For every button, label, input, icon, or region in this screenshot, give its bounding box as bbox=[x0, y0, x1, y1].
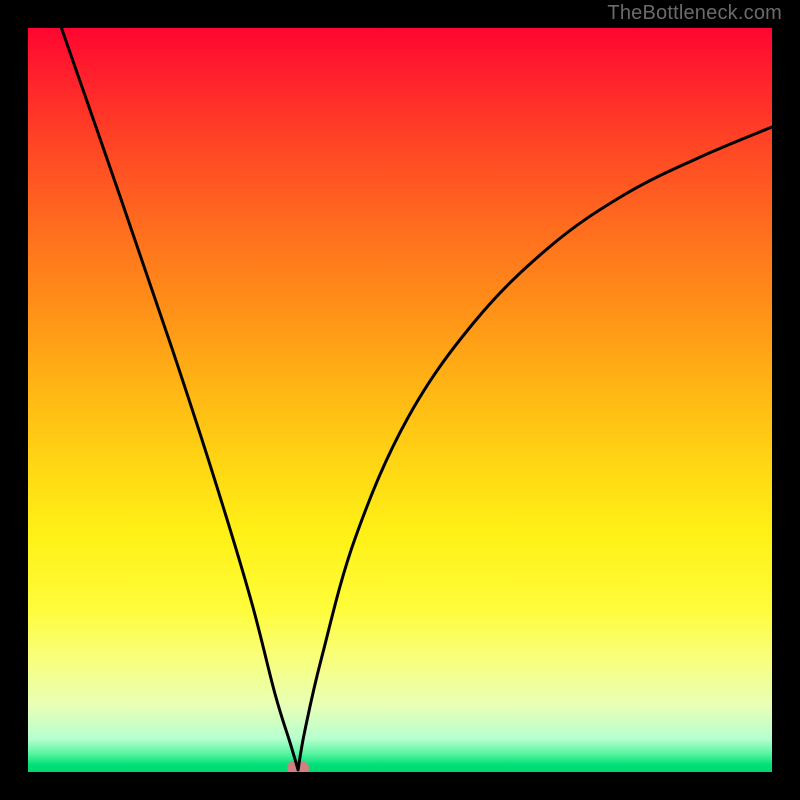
curve-left bbox=[61, 28, 298, 770]
bottleneck-curve bbox=[28, 28, 772, 772]
chart-frame: TheBottleneck.com bbox=[0, 0, 800, 800]
curve-right bbox=[298, 127, 772, 770]
watermark-label: TheBottleneck.com bbox=[607, 2, 782, 25]
plot-area bbox=[28, 28, 772, 772]
